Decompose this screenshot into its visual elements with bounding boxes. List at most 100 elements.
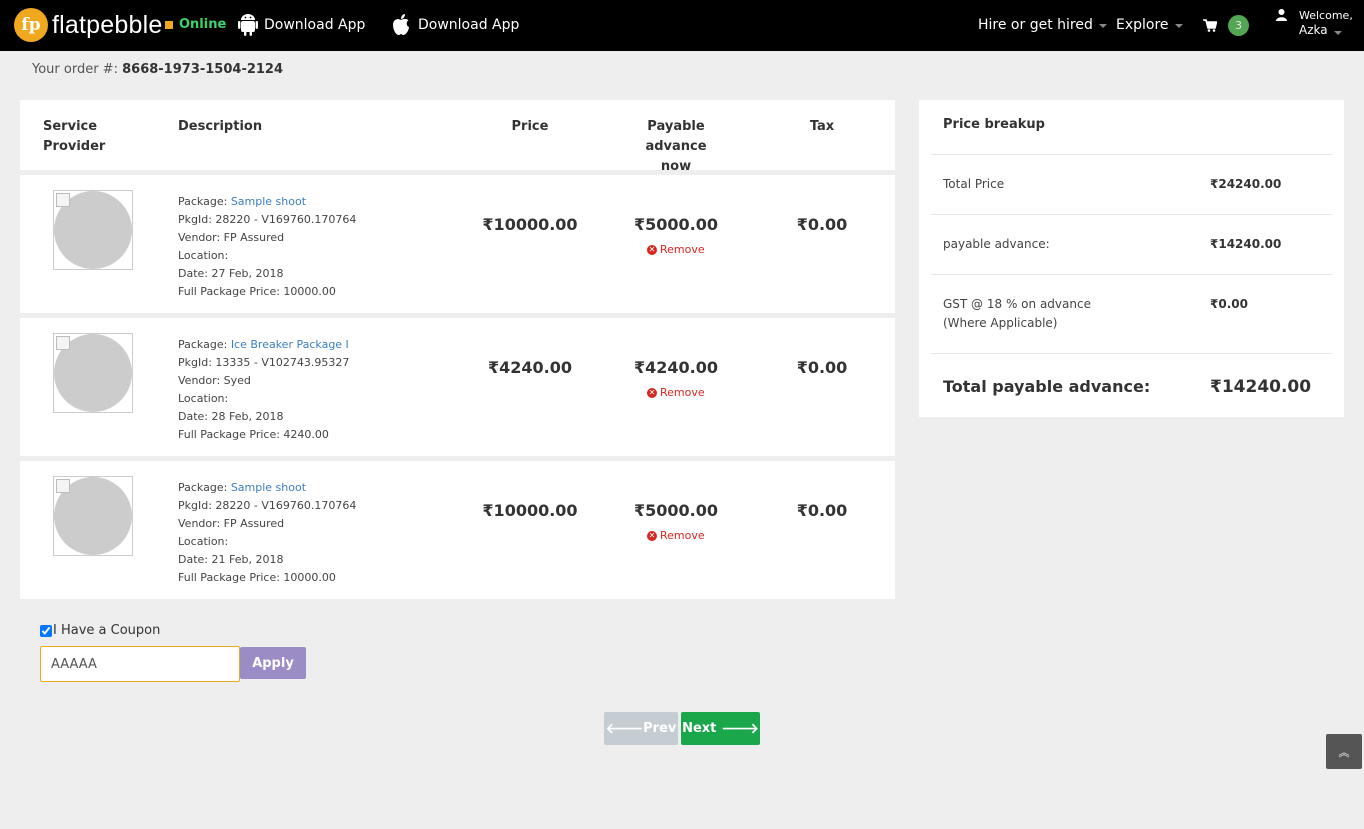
remove-label: Remove bbox=[660, 529, 705, 542]
vendor: Vendor: Syed bbox=[178, 374, 251, 387]
prev-label: Prev bbox=[643, 721, 677, 736]
package-link[interactable]: Ice Breaker Package I bbox=[231, 338, 349, 351]
header-advance-line-1: Payable advance bbox=[645, 119, 707, 154]
prev-button[interactable]: 🡐 Prev bbox=[604, 712, 678, 745]
vendor: Vendor: FP Assured bbox=[178, 517, 285, 530]
explore-dropdown[interactable]: Explore bbox=[1116, 17, 1183, 33]
pkgid: PkgId: 28220 - V169760.170764 bbox=[178, 499, 357, 512]
date: Date: 21 Feb, 2018 bbox=[178, 553, 284, 566]
broken-image-icon bbox=[56, 193, 70, 207]
payable-advance-value: ₹14240.00 bbox=[1210, 237, 1282, 251]
coupon-checkbox-row[interactable]: I Have a Coupon bbox=[40, 623, 160, 638]
brand-logo[interactable]: fp flatpebble bbox=[14, 8, 162, 42]
divider bbox=[931, 353, 1332, 354]
price-breakup-panel: Price breakup Total Price ₹24240.00 paya… bbox=[919, 100, 1344, 417]
online-status-label: Online bbox=[179, 17, 227, 32]
chevron-down-icon bbox=[1174, 24, 1183, 28]
broken-image-icon bbox=[56, 336, 70, 350]
ios-download-label: Download App bbox=[418, 17, 520, 33]
android-download-label: Download App bbox=[264, 17, 366, 33]
row-tax: ₹0.00 bbox=[796, 358, 848, 377]
order-number: Your order #: 8668-1973-1504-2124 bbox=[32, 62, 283, 77]
apply-coupon-button[interactable]: Apply bbox=[240, 647, 306, 679]
header-tax: Tax bbox=[809, 119, 835, 134]
package-label: Package: bbox=[178, 481, 228, 494]
next-button[interactable]: Next 🡒 bbox=[681, 712, 760, 745]
divider bbox=[931, 154, 1332, 155]
coupon-checkbox-label: I Have a Coupon bbox=[53, 623, 161, 638]
gst-label-line-2: (Where Applicable) bbox=[943, 316, 1058, 330]
table-row: Package: Ice Breaker Package I PkgId: 13… bbox=[20, 318, 895, 456]
ios-download-link[interactable]: Download App bbox=[390, 13, 519, 37]
remove-icon: ✕ bbox=[647, 244, 657, 255]
chevron-down-icon bbox=[1098, 24, 1107, 28]
row-description: Package: Sample shoot PkgId: 28220 - V16… bbox=[178, 479, 356, 587]
logo-mark: fp bbox=[14, 8, 48, 42]
row-tax: ₹0.00 bbox=[796, 215, 848, 234]
next-label: Next bbox=[682, 721, 717, 736]
brand-name: flatpebble bbox=[52, 10, 163, 39]
provider-avatar bbox=[53, 190, 133, 270]
full-package-price: Full Package Price: 10000.00 bbox=[178, 285, 336, 298]
table-row: Package: Sample shoot PkgId: 28220 - V16… bbox=[20, 175, 895, 313]
apple-icon bbox=[393, 14, 409, 35]
row-advance: ₹5000.00 bbox=[633, 501, 718, 520]
table-row: Package: Sample shoot PkgId: 28220 - V16… bbox=[20, 461, 895, 599]
broken-image-icon bbox=[56, 479, 70, 493]
row-price: ₹10000.00 bbox=[482, 215, 578, 234]
user-menu[interactable]: Welcome, Azka bbox=[1276, 9, 1353, 37]
location: Location: bbox=[178, 249, 229, 262]
coupon-code-input[interactable] bbox=[40, 646, 240, 682]
order-label: Your order #: bbox=[32, 62, 118, 77]
chevron-down-icon bbox=[1333, 31, 1342, 35]
row-advance: ₹5000.00 bbox=[633, 215, 718, 234]
hire-dropdown[interactable]: Hire or get hired bbox=[978, 17, 1107, 33]
row-advance: ₹4240.00 bbox=[633, 358, 718, 377]
user-icon bbox=[1276, 9, 1287, 21]
full-package-price: Full Package Price: 4240.00 bbox=[178, 428, 329, 441]
double-chevron-up-icon: ︽ bbox=[1338, 745, 1350, 759]
cart-count-badge: 3 bbox=[1228, 15, 1249, 36]
remove-button[interactable]: ✕ Remove bbox=[647, 243, 705, 256]
header-description: Description bbox=[178, 119, 263, 134]
date: Date: 27 Feb, 2018 bbox=[178, 267, 284, 280]
provider-avatar bbox=[53, 476, 133, 556]
row-tax: ₹0.00 bbox=[796, 501, 848, 520]
cart-icon bbox=[1203, 19, 1217, 32]
top-navbar: fp flatpebble Online Download App Downlo… bbox=[0, 0, 1364, 51]
cart-table-header: Service Provider Description Price Payab… bbox=[20, 100, 895, 174]
date: Date: 28 Feb, 2018 bbox=[178, 410, 284, 423]
package-label: Package: bbox=[178, 338, 228, 351]
welcome-text: Welcome, bbox=[1299, 9, 1353, 22]
order-number-value: 8668-1973-1504-2124 bbox=[122, 62, 284, 77]
row-price: ₹10000.00 bbox=[482, 501, 578, 520]
total-payable-advance-value: ₹14240.00 bbox=[1210, 377, 1312, 397]
total-price-value: ₹24240.00 bbox=[1210, 177, 1282, 191]
header-service-provider: Service Provider bbox=[43, 119, 106, 154]
online-status: Online bbox=[165, 17, 226, 32]
remove-button[interactable]: ✕ Remove bbox=[647, 529, 705, 542]
coupon-checkbox[interactable] bbox=[40, 624, 52, 637]
android-download-link[interactable]: Download App bbox=[238, 13, 365, 37]
header-price: Price bbox=[511, 119, 549, 134]
scroll-to-top-button[interactable]: ︽ bbox=[1326, 734, 1362, 769]
cart-button[interactable]: 3 bbox=[1203, 15, 1249, 36]
row-description: Package: Ice Breaker Package I PkgId: 13… bbox=[178, 336, 349, 444]
header-payable-advance: Payable advance now bbox=[616, 117, 736, 177]
provider-avatar bbox=[53, 333, 133, 413]
header-advance-line-2: now bbox=[660, 159, 692, 174]
status-indicator-icon bbox=[165, 20, 173, 29]
package-link[interactable]: Sample shoot bbox=[231, 481, 306, 494]
arrow-left-icon: 🡐 bbox=[605, 721, 644, 737]
pkgid: PkgId: 28220 - V169760.170764 bbox=[178, 213, 357, 226]
gst-label: GST @ 18 % on advance (Where Applicable) bbox=[943, 295, 1091, 333]
arrow-right-icon: 🡒 bbox=[721, 721, 759, 737]
android-icon bbox=[238, 14, 258, 36]
remove-button[interactable]: ✕ Remove bbox=[647, 386, 705, 399]
gst-label-line-1: GST @ 18 % on advance bbox=[943, 297, 1091, 311]
package-link[interactable]: Sample shoot bbox=[231, 195, 306, 208]
remove-label: Remove bbox=[660, 386, 705, 399]
row-price: ₹4240.00 bbox=[487, 358, 572, 377]
price-breakup-title: Price breakup bbox=[943, 117, 1045, 132]
payable-advance-label: payable advance: bbox=[943, 237, 1050, 251]
